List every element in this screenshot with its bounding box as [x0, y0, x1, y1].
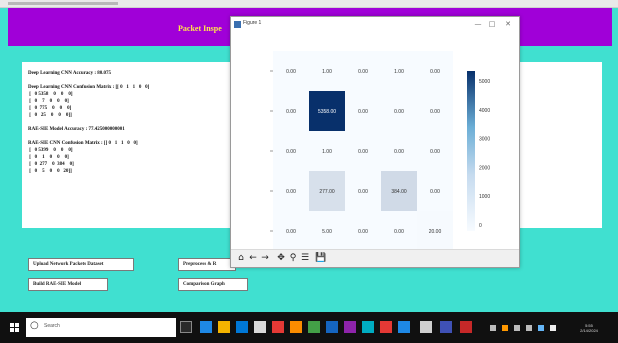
heatmap-cell-label: 0.00: [394, 109, 404, 115]
taskbar: ○ Search 5:55 2/14/2024: [0, 312, 618, 343]
heatmap-cell-label: 1.00: [322, 69, 332, 75]
heatmap-cell-label: 0.00: [286, 109, 296, 115]
upload-dataset-button[interactable]: Upload Network Packets Dataset: [28, 258, 134, 271]
app-icon-cyan[interactable]: [362, 321, 374, 333]
window-titlebar: [0, 0, 618, 8]
colorbar-tick-label: 2000: [479, 165, 490, 171]
app-icon-blue[interactable]: [326, 321, 338, 333]
app-icon-green[interactable]: [308, 321, 320, 333]
heatmap-cell-label: 384.00: [391, 189, 407, 195]
heatmap-cell-label: 0.00: [430, 69, 440, 75]
clock-date: 2/14/2024: [580, 328, 598, 333]
colorbar: [467, 71, 475, 231]
maximize-icon[interactable]: □: [485, 19, 499, 30]
mail-icon[interactable]: [254, 321, 266, 333]
output-line: RAE-SIE CNN Confusion Matrix : [[ 0 1 1 …: [28, 141, 138, 146]
heatmap-cell-label: 0.00: [358, 229, 368, 235]
heatmap-cell-label: 0.00: [430, 189, 440, 195]
heatmap-cell-label: 5358.00: [318, 109, 336, 115]
output-line: [ 0 775 0 0 0]: [28, 106, 72, 111]
output-line: [ 0 1 0 0 0]: [28, 155, 69, 160]
heatmap-cell-label: 0.00: [286, 69, 296, 75]
network-icon[interactable]: [514, 325, 520, 331]
output-line: [ 0 5399 0 0 0]: [28, 148, 73, 153]
search-icon: ○: [30, 320, 39, 331]
minimize-icon[interactable]: —: [471, 19, 485, 30]
app-icon-purple[interactable]: [344, 321, 356, 333]
close-icon[interactable]: ✕: [501, 19, 515, 30]
search-placeholder: Search: [44, 323, 60, 329]
output-line: [ 0 25 0 0 0]]: [28, 113, 72, 118]
language-icon[interactable]: [550, 325, 556, 331]
figure-toolbar: ⌂ ← → ✥ ⚲ ☰ 💾: [231, 249, 519, 267]
zoom-icon[interactable]: ⚲: [287, 252, 299, 265]
configure-icon[interactable]: ☰: [299, 252, 311, 265]
output-line: [ 0 277 0 384 0]: [28, 162, 74, 167]
app-title: Packet Inspe: [178, 24, 222, 33]
colorbar-tick-label: 5000: [479, 79, 490, 85]
colorbar-tick-label: 4000: [479, 108, 490, 114]
heatmap-cell-label: 0.00: [394, 149, 404, 155]
app-icon-red-3[interactable]: [460, 321, 472, 333]
tray-chevron-icon[interactable]: [490, 325, 496, 331]
file-explorer-icon[interactable]: [218, 321, 230, 333]
volume-icon[interactable]: [526, 325, 532, 331]
output-line: RAE-SIE Model Accuracy : 77.425000000001: [28, 127, 125, 132]
forward-icon[interactable]: →: [259, 252, 271, 265]
window-title-text: [8, 2, 118, 5]
heatmap-cell-label: 1.00: [394, 69, 404, 75]
tray-app-icon[interactable]: [502, 325, 508, 331]
heatmap-cell-label: 0.00: [358, 149, 368, 155]
heatmap-cell-label: 0.00: [358, 69, 368, 75]
task-view-icon[interactable]: [180, 321, 192, 333]
heatmap-cell-label: 0.00: [358, 109, 368, 115]
app-icon-blue-2[interactable]: [398, 321, 410, 333]
home-icon[interactable]: ⌂: [235, 252, 247, 265]
output-line: Deep Learning CNN Confusion Matrix : [[ …: [28, 85, 150, 90]
figure-window[interactable]: Figure 1 — □ ✕ 0.00 1.00 0.00 1.00 0.00 0.00 5…: [230, 16, 520, 268]
colorbar-tick-label: 3000: [479, 137, 490, 143]
app-icon-red-2[interactable]: [380, 321, 392, 333]
heatmap-cell-label: 277.00: [319, 189, 335, 195]
figure-titlebar[interactable]: Figure 1 — □ ✕: [231, 17, 519, 33]
output-line: [ 0 5 0 0 20]]: [28, 169, 72, 174]
preprocess-button[interactable]: Preprocess & R: [178, 258, 236, 271]
edge-icon[interactable]: [200, 321, 212, 333]
output-line: Deep Learning CNN Accuracy : 80.075: [28, 71, 112, 76]
heatmap-cell-label: 0.00: [394, 229, 404, 235]
figure-title: Figure 1: [243, 20, 262, 26]
colorbar-tick-label: 1000: [479, 194, 490, 200]
pan-icon[interactable]: ✥: [275, 252, 287, 265]
heatmap-cell-label: 0.00: [286, 229, 296, 235]
heatmap-cell-label: 0.00: [358, 189, 368, 195]
heatmap-cell-label: 0.00: [286, 189, 296, 195]
battery-icon[interactable]: [538, 325, 544, 331]
comparison-graph-button[interactable]: Comparison Graph: [178, 278, 248, 291]
output-line: [ 0 5358 0 0 0]: [28, 92, 73, 97]
figure-app-icon: [234, 21, 241, 28]
save-icon[interactable]: 💾: [315, 252, 327, 265]
heatmap-cell-label: 0.00: [430, 109, 440, 115]
heatmap-cell-label: 20.00: [429, 229, 442, 235]
output-text: Deep Learning CNN Accuracy : 80.075 Deep…: [28, 70, 238, 175]
colorbar-tick-label: 0: [479, 223, 482, 229]
heatmap-cell-label: 0.00: [286, 149, 296, 155]
heatmap-cell-label: 5.00: [322, 229, 332, 235]
heatmap-cell-label: 1.00: [322, 149, 332, 155]
confusion-matrix-heatmap: 0.00 1.00 0.00 1.00 0.00 0.00 5358.00 0.00 0.00 0…: [270, 51, 490, 249]
back-icon[interactable]: ←: [247, 252, 259, 265]
app-icon-red[interactable]: [272, 321, 284, 333]
taskbar-clock[interactable]: 5:55 2/14/2024: [576, 323, 602, 333]
app-icon-orange[interactable]: [290, 321, 302, 333]
app-icon-grey[interactable]: [420, 321, 432, 333]
build-model-button[interactable]: Build RAE-SIE Model: [28, 278, 108, 291]
python-icon[interactable]: [440, 321, 452, 333]
heatmap-cell-label: 0.00: [430, 149, 440, 155]
store-icon[interactable]: [236, 321, 248, 333]
windows-start-icon[interactable]: [10, 323, 20, 333]
output-line: [ 0 7 0 0 0]: [28, 99, 69, 104]
